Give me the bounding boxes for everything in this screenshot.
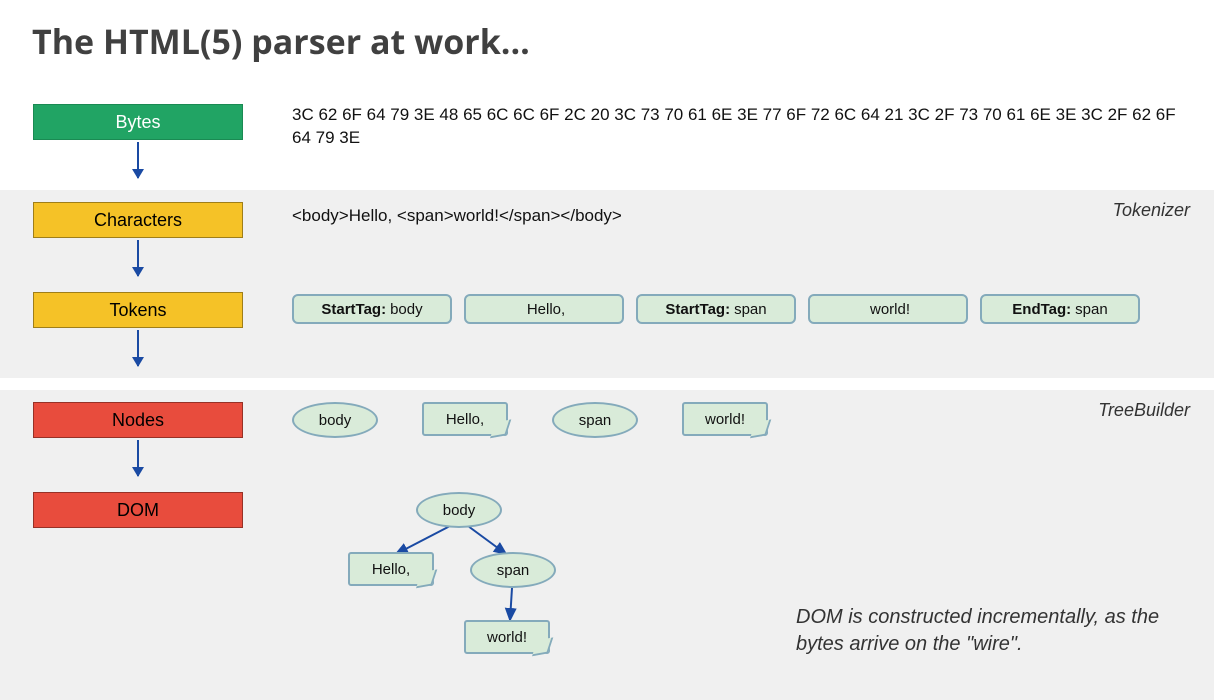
token: Hello, [464, 294, 624, 324]
dom-node-hello: Hello, [348, 552, 434, 586]
arrow-down-icon [137, 142, 139, 178]
dom-node-world: world! [464, 620, 550, 654]
tokenizer-label: Tokenizer [1113, 200, 1190, 221]
treebuilder-label: TreeBuilder [1098, 400, 1190, 421]
arrow-down-icon [137, 330, 139, 366]
arrow-down-icon [137, 240, 139, 276]
row-characters: Characters Tokenizer <body>Hello, <span>… [0, 190, 1214, 288]
token: StartTag:span [636, 294, 796, 324]
token: StartTag:body [292, 294, 452, 324]
node-rect: world! [682, 402, 768, 436]
stage-bytes: Bytes [33, 104, 243, 140]
stage-nodes: Nodes [33, 402, 243, 438]
node-ellipse: span [552, 402, 638, 438]
stage-characters: Characters [33, 202, 243, 238]
token: EndTag:span [980, 294, 1140, 324]
node-rect: Hello, [422, 402, 508, 436]
row-nodes: Nodes TreeBuilder body Hello, span world… [0, 390, 1214, 488]
page-title: The HTML(5) parser at work... [32, 18, 1214, 64]
token: world! [808, 294, 968, 324]
row-dom: DOM body Hello, span world! DOM is const… [0, 488, 1214, 700]
characters-string: <body>Hello, <span>world!</span></body> [292, 206, 1196, 226]
arrow-down-icon [137, 440, 139, 476]
node-ellipse: body [292, 402, 378, 438]
bytes-hex: 3C 62 6F 64 79 3E 48 65 6C 6C 6F 2C 20 3… [292, 104, 1196, 150]
dom-node-span: span [470, 552, 556, 588]
stage-tokens: Tokens [33, 292, 243, 328]
row-tokens: Tokens StartTag:body Hello, StartTag:spa… [0, 288, 1214, 378]
stage-dom: DOM [33, 492, 243, 528]
dom-node-body: body [416, 492, 502, 528]
row-bytes: Bytes 3C 62 6F 64 79 3E 48 65 6C 6C 6F 2… [0, 92, 1214, 190]
dom-caption: DOM is constructed incrementally, as the… [796, 604, 1176, 658]
